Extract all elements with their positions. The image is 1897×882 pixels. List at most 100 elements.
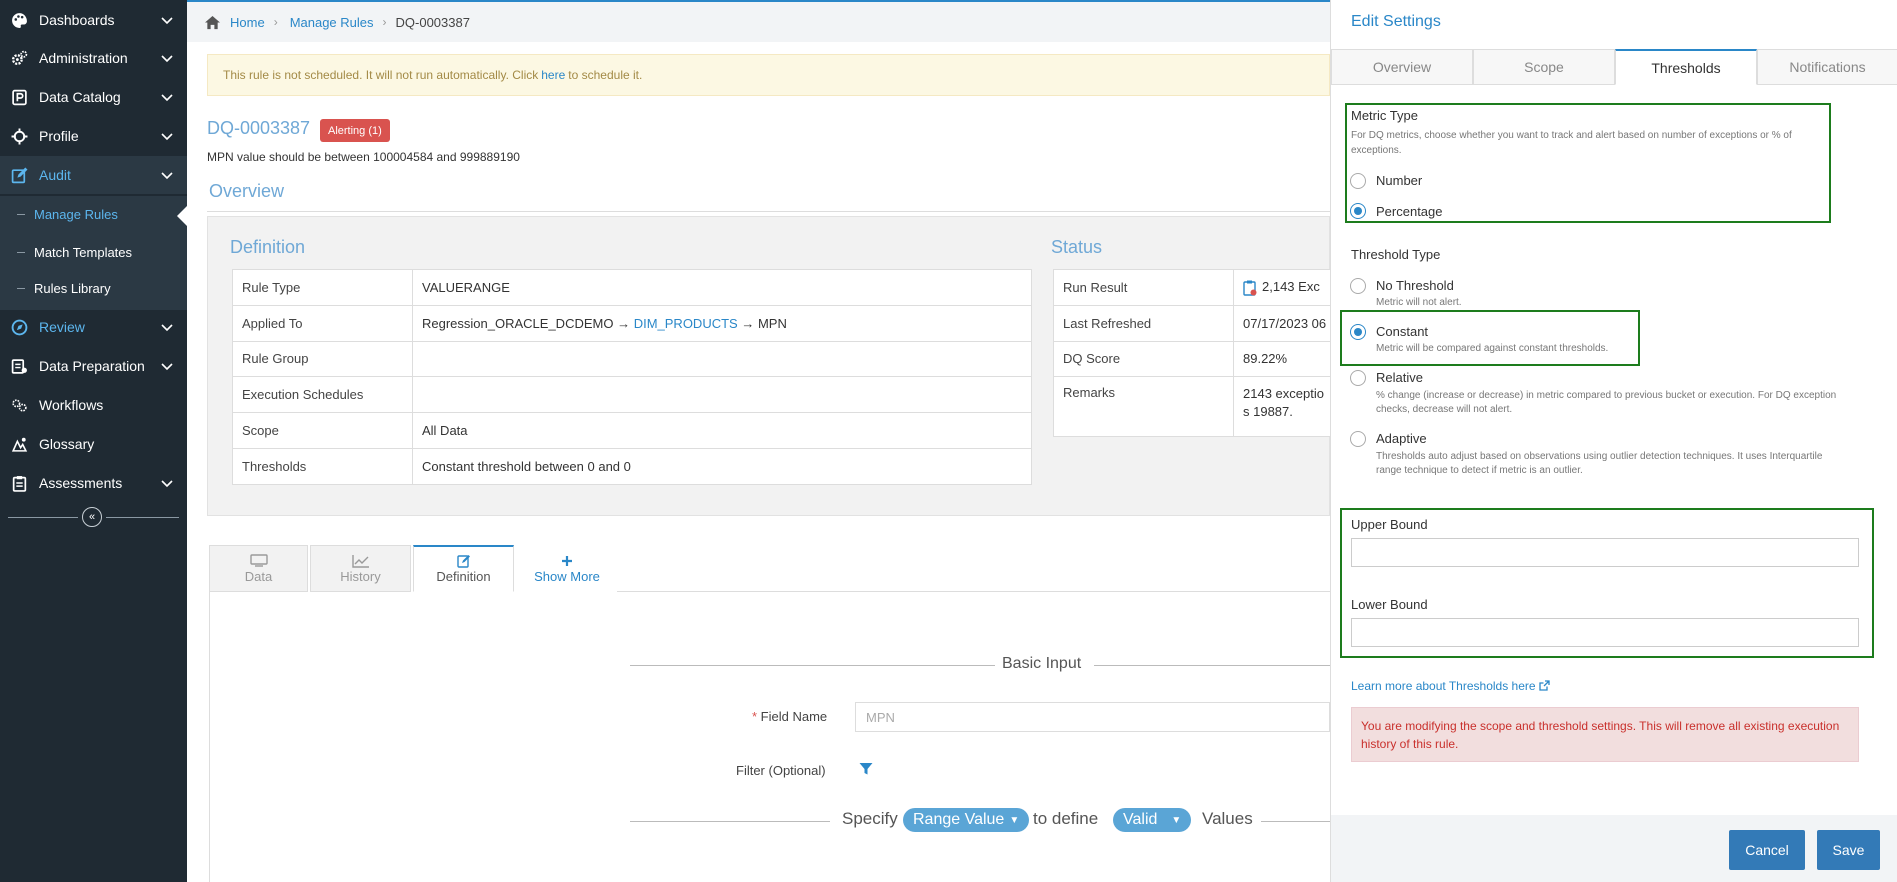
to-define-text: to define <box>1033 809 1099 828</box>
radio-percentage[interactable] <box>1350 203 1366 219</box>
rule-tabs: Data History Definition Show More <box>209 545 1330 592</box>
applied-to-table-link[interactable]: DIM_PRODUCTS <box>634 316 738 331</box>
sidebar-item-review[interactable]: Review <box>0 308 187 346</box>
chart-line-icon <box>351 554 369 568</box>
save-button[interactable]: Save <box>1817 830 1880 870</box>
sidebar-subitem-manage-rules[interactable]: Manage Rules <box>0 196 187 232</box>
sidebar-item-glossary[interactable]: Glossary <box>0 425 187 463</box>
sidebar-item-dashboards[interactable]: Dashboards <box>0 1 187 39</box>
catalog-icon <box>8 88 30 106</box>
sidebar-item-administration[interactable]: Administration <box>0 39 187 77</box>
field-name-label-text: Field Name <box>760 709 828 724</box>
adaptive-help-line1: Thresholds auto adjust based on observat… <box>1376 451 1823 462</box>
sidebar-item-workflows[interactable]: Workflows <box>0 386 187 424</box>
radio-adaptive[interactable] <box>1350 431 1366 447</box>
chevron-down-icon <box>161 133 173 141</box>
sidebar-item-audit[interactable]: Audit <box>0 156 187 194</box>
submenu-dash <box>17 213 25 215</box>
learn-more-text: Learn more about Thresholds here <box>1351 679 1536 693</box>
sidebar-subitem-match-templates[interactable]: Match Templates <box>0 234 187 270</box>
upper-bound-label: Upper Bound <box>1351 517 1428 532</box>
panel-footer: Cancel Save <box>1331 815 1897 882</box>
arrow-icon: → <box>741 315 755 331</box>
home-icon[interactable] <box>204 15 221 30</box>
active-caret <box>177 206 187 226</box>
warning-alert: You are modifying the scope and threshol… <box>1351 707 1859 762</box>
main-content: Home › Manage Rules › DQ-0003387 This ru… <box>187 0 1330 882</box>
collapse-sidebar-icon[interactable]: « <box>82 507 102 527</box>
table-row: DQ Score 89.22% <box>1053 340 1330 378</box>
table-key: DQ Score <box>1053 340 1234 378</box>
learn-more-link[interactable]: Learn more about Thresholds here <box>1351 679 1550 693</box>
radio-relative[interactable] <box>1350 370 1366 386</box>
overview-panel: Definition Rule Type VALUERANGE Applied T… <box>207 216 1330 516</box>
filter-icon[interactable] <box>859 762 873 776</box>
breadcrumb-separator: › <box>273 15 278 29</box>
status-title: Status <box>1051 237 1103 257</box>
table-row: Last Refreshed 07/17/2023 06 <box>1053 304 1330 342</box>
tab-show-more[interactable]: Show More <box>517 545 617 592</box>
divider <box>630 665 995 666</box>
table-value: Constant threshold between 0 and 0 <box>412 447 1032 485</box>
divider <box>630 821 830 822</box>
schedule-link[interactable]: here <box>541 68 565 82</box>
sidebar-item-data-catalog[interactable]: Data Catalog <box>0 78 187 116</box>
lower-bound-input[interactable] <box>1351 618 1859 647</box>
divider <box>1261 821 1330 822</box>
table-key: Applied To <box>232 304 413 342</box>
sidebar-item-profile[interactable]: Profile <box>0 117 187 155</box>
chevron-down-icon <box>161 94 173 102</box>
tab-data[interactable]: Data <box>209 545 308 592</box>
tab-label: Show More <box>534 568 600 584</box>
sidebar-item-assessments[interactable]: Assessments <box>0 464 187 502</box>
alerting-badge[interactable]: Alerting (1) <box>320 119 390 142</box>
table-key: Rule Type <box>232 269 413 306</box>
radio-no-threshold[interactable] <box>1350 278 1366 294</box>
applied-to-column: MPN <box>757 315 787 331</box>
table-key: Execution Schedules <box>232 376 413 414</box>
chevron-down-icon <box>161 363 173 371</box>
edit-settings-panel: Edit Settings Overview Scope Thresholds … <box>1330 0 1897 882</box>
radio-no-threshold-label: No Threshold <box>1376 278 1454 293</box>
upper-bound-input[interactable] <box>1351 538 1859 567</box>
table-key: Run Result <box>1053 269 1234 306</box>
tab-scope[interactable]: Scope <box>1473 49 1615 85</box>
breadcrumb-manage-rules[interactable]: Manage Rules <box>290 15 374 30</box>
definition-table: Rule Type VALUERANGE Applied To Regressio… <box>232 269 1032 485</box>
compass-icon <box>8 318 30 336</box>
cancel-button[interactable]: Cancel <box>1729 830 1805 870</box>
sidebar-subitem-rules-library[interactable]: Rules Library <box>0 270 187 306</box>
tab-notifications[interactable]: Notifications <box>1757 49 1897 85</box>
chevron-down-icon: ▼ <box>1009 814 1020 826</box>
valid-dropdown[interactable]: Valid ▼ <box>1113 808 1192 832</box>
chevron-down-icon <box>161 172 173 180</box>
breadcrumb-home[interactable]: Home <box>230 15 265 30</box>
tab-label: History <box>340 568 381 584</box>
overview-title: Overview <box>209 181 285 201</box>
range-value-dropdown[interactable]: Range Value ▼ <box>903 808 1030 832</box>
data-prep-icon <box>8 357 30 375</box>
tab-history[interactable]: History <box>310 545 411 592</box>
radio-constant[interactable] <box>1350 324 1366 340</box>
table-value: All Data <box>412 412 1032 449</box>
sidebar-item-data-preparation[interactable]: Data Preparation <box>0 347 187 385</box>
basic-input-heading: Basic Input <box>1002 655 1082 672</box>
table-value: 07/17/2023 06 <box>1233 304 1330 342</box>
radio-relative-label: Relative <box>1376 370 1423 385</box>
tab-thresholds[interactable]: Thresholds <box>1615 49 1757 85</box>
table-key: Last Refreshed <box>1053 304 1234 342</box>
table-row: Remarks 2143 exceptio s 19887. <box>1053 376 1330 438</box>
tab-definition[interactable]: Definition <box>413 545 514 592</box>
tab-overview[interactable]: Overview <box>1331 49 1473 85</box>
chevron-down-icon <box>161 55 173 63</box>
radio-adaptive-label: Adaptive <box>1376 431 1427 446</box>
field-name-input[interactable]: MPN <box>855 702 1330 732</box>
constant-help: Metric will be compared against constant… <box>1376 343 1609 354</box>
table-key: Rule Group <box>232 340 413 378</box>
metric-type-title: Metric Type <box>1351 108 1418 123</box>
radio-number[interactable] <box>1350 173 1366 189</box>
sidebar-item-label: Glossary <box>39 436 95 452</box>
audit-submenu: Manage Rules Match Templates Rules Libra… <box>0 196 187 310</box>
metric-type-help: For DQ metrics, choose whether you want … <box>1351 130 1792 156</box>
breadcrumb-current: DQ-0003387 <box>395 14 470 30</box>
